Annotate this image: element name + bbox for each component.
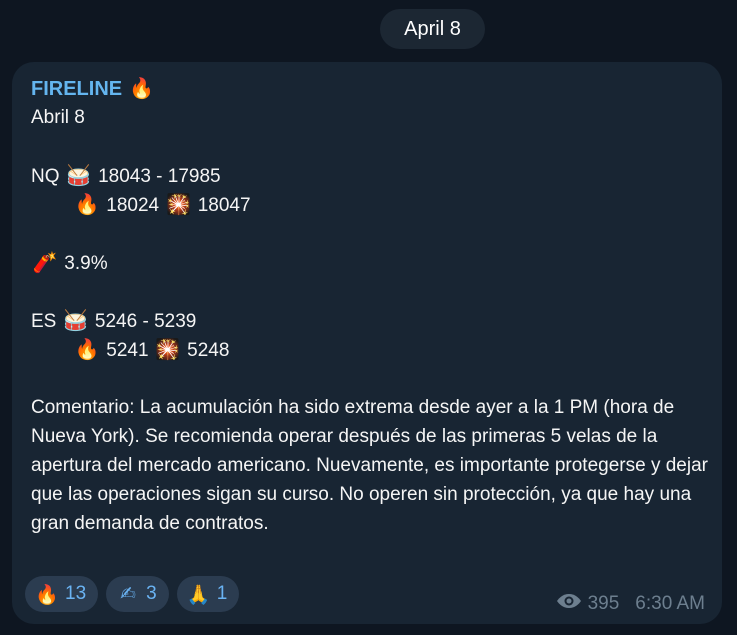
es-range: 5246 - 5239 [94,311,197,332]
comment-text: Comentario: La acumulación ha sido extre… [31,397,708,534]
sender-name[interactable]: FIRELINE [31,78,122,100]
nq-range-line: NQ 🥁 18043 - 17985 [31,161,711,190]
reaction-count: 3 [146,583,157,604]
reactions-bar: 🔥 13 ✍ 3 🙏 1 [25,576,240,612]
message-time: 6:30 AM [635,593,705,614]
writing-hand-icon: ✍ [120,583,137,605]
reaction-fire[interactable]: 🔥 13 [25,576,99,612]
reaction-writing-hand[interactable]: ✍ 3 [106,576,169,612]
nq-range: 18043 - 17985 [98,166,221,187]
drum-icon: 🥁 [66,163,92,187]
message-subtitle: Abril 8 [31,107,85,128]
date-separator: April 8 [380,9,485,49]
praying-hands-icon: 🙏 [186,583,211,606]
es-levels-line: 🔥 5241 🎇 5248 [31,335,711,364]
dynamite-icon: 🧨 [32,250,58,274]
nq-target-value: 18047 [197,195,251,216]
eye-icon [556,592,582,616]
fire-icon: 🔥 [74,337,100,361]
fire-icon: 🔥 [128,76,154,100]
message-content: FIRELINE 🔥 Abril 8 NQ 🥁 18043 - 17985 🔥 … [31,74,711,538]
fire-icon: 🔥 [74,192,100,216]
sender-line: FIRELINE 🔥 [31,74,711,103]
reaction-count: 13 [65,583,87,604]
message-bubble: FIRELINE 🔥 Abril 8 NQ 🥁 18043 - 17985 🔥 … [12,62,722,624]
es-fire-value: 5241 [106,340,149,361]
message-meta: 395 6:30 AM [556,592,705,616]
reaction-praying-hands[interactable]: 🙏 1 [176,576,240,612]
reaction-count: 1 [216,583,228,604]
view-count: 395 [587,593,620,614]
drum-icon: 🥁 [63,308,89,332]
dynamite-value: 3.9% [64,253,108,274]
nq-label: NQ [31,166,60,187]
es-range-line: ES 🥁 5246 - 5239 [31,306,711,335]
dynamite-line: 🧨 3.9% [31,248,711,277]
sparkler-icon: 🎇 [155,337,181,361]
es-label: ES [31,311,57,332]
nq-fire-value: 18024 [106,195,160,216]
sparkler-icon: 🎇 [165,192,191,216]
nq-levels-line: 🔥 18024 🎇 18047 [31,190,711,219]
es-target-value: 5248 [187,340,230,361]
fire-icon: 🔥 [35,583,59,606]
